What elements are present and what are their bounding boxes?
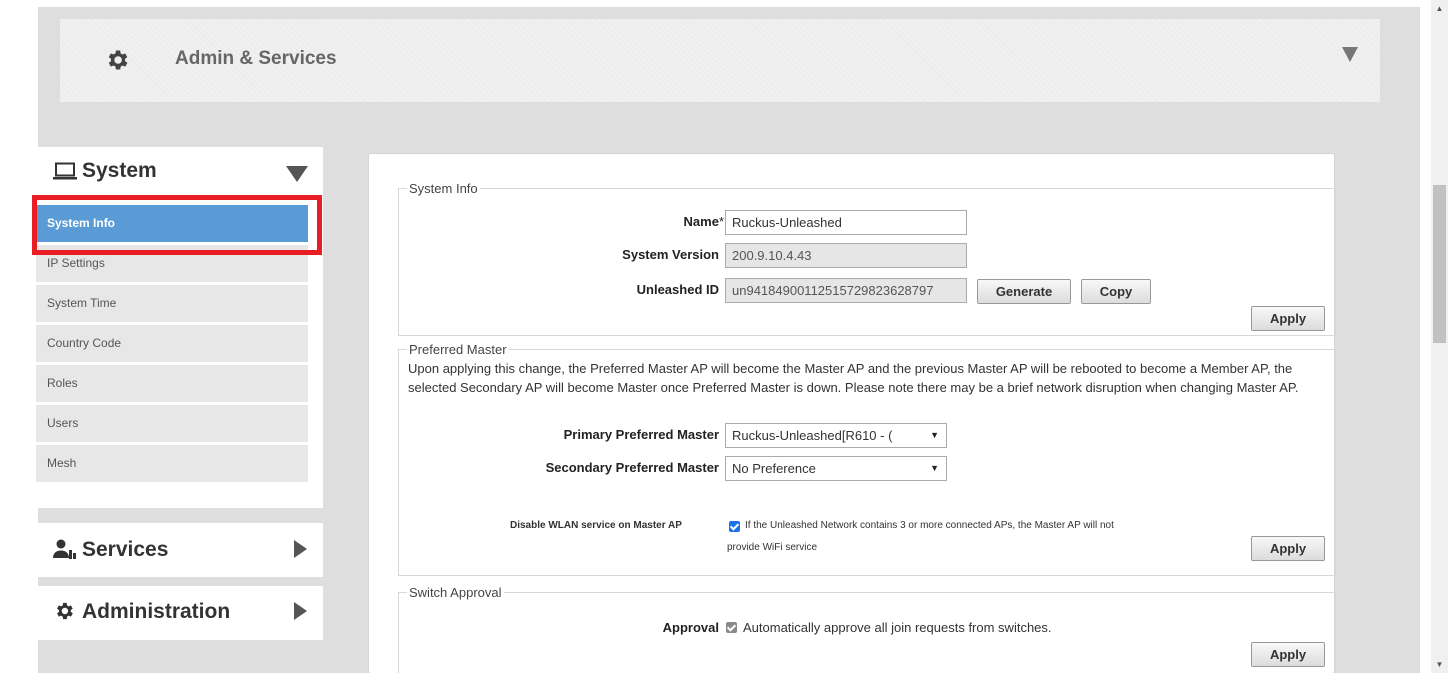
switch-approval-section: Switch Approval Approval Automatically a… [398,585,1336,673]
chevron-right-icon[interactable] [294,540,307,558]
preferred-master-section: Preferred Master Upon applying this chan… [398,342,1336,576]
primary-preferred-master-value: Ruckus-Unleashed[R610 - ( [732,428,893,443]
generate-button[interactable]: Generate [977,279,1071,304]
sidebar-item-roles[interactable]: Roles [36,365,308,402]
laptop-icon [53,162,77,180]
secondary-preferred-master-label: Secondary Preferred Master [545,460,719,475]
preferred-master-legend: Preferred Master [409,342,507,357]
primary-preferred-master-select[interactable]: Ruckus-Unleashed[R610 - ( ▼ [725,423,947,448]
system-panel-label: System [82,159,157,182]
system-version-label: System Version [622,247,719,262]
system-version-field: 200.9.10.4.43 [725,243,967,268]
approval-checkbox[interactable] [726,622,737,633]
approval-text: Automatically approve all join requests … [743,620,1052,635]
switch-approval-apply-button[interactable]: Apply [1251,642,1325,667]
gear-icon [108,50,128,70]
name-field[interactable]: Ruckus-Unleashed [725,210,967,235]
secondary-preferred-master-value: No Preference [732,461,816,476]
collapse-toggle-icon[interactable] [1342,47,1358,62]
administration-panel-label: Administration [82,600,231,623]
name-label: Name* [683,214,724,229]
copy-button[interactable]: Copy [1081,279,1151,304]
system-info-section: System Info Name* Ruckus-Unleashed Syste… [398,181,1336,336]
administration-panel[interactable]: Administration [33,586,323,640]
preferred-master-description: Upon applying this change, the Preferred… [408,361,1299,395]
system-info-apply-button[interactable]: Apply [1251,306,1325,331]
sidebar-item-system-time[interactable]: System Time [36,285,308,322]
sidebar-item-users[interactable]: Users [36,405,308,442]
users-icon [53,539,76,559]
unleashed-id-field: un94184900112515729823628797 [725,278,967,303]
disable-wlan-text: If the Unleashed Network contains 3 or m… [745,520,1114,531]
dropdown-arrow-icon: ▼ [930,430,939,440]
page-title: Admin & Services [175,48,337,69]
disable-wlan-text-2: provide WiFi service [727,542,818,553]
approval-label: Approval [662,620,719,635]
chevron-right-icon[interactable] [294,602,307,620]
services-panel-header[interactable]: Services [33,523,323,571]
disable-wlan-label: Disable WLAN service on Master AP [510,520,682,531]
disable-wlan-row: Disable WLAN service on Master AP If the… [500,514,1213,558]
system-info-legend: System Info [409,181,478,196]
disable-wlan-checkbox[interactable] [729,521,740,532]
services-panel-label: Services [82,538,169,561]
unleashed-id-label: Unleashed ID [636,282,719,297]
system-panel-header[interactable]: System [33,147,323,195]
dropdown-arrow-icon: ▼ [930,463,939,473]
highlight-box [32,195,322,255]
scrollbar-thumb[interactable] [1433,185,1446,343]
chevron-down-icon[interactable] [286,166,308,182]
administration-panel-header[interactable]: Administration [33,586,323,634]
admin-services-header[interactable]: Admin & Services [60,19,1380,102]
primary-preferred-master-label: Primary Preferred Master [563,427,719,442]
scroll-up-icon[interactable]: ▲ [1431,0,1448,17]
gear-icon [57,602,73,620]
content-panel: System Info Name* Ruckus-Unleashed Syste… [368,153,1336,673]
page-scrollbar[interactable]: ▲ ▼ [1431,0,1448,673]
switch-approval-legend: Switch Approval [409,585,502,600]
sidebar-item-country-code[interactable]: Country Code [36,325,308,362]
sidebar-item-mesh[interactable]: Mesh [36,445,308,482]
services-panel[interactable]: Services [33,523,323,577]
scroll-down-icon[interactable]: ▼ [1431,656,1448,673]
preferred-master-apply-button[interactable]: Apply [1251,536,1325,561]
secondary-preferred-master-select[interactable]: No Preference ▼ [725,456,947,481]
